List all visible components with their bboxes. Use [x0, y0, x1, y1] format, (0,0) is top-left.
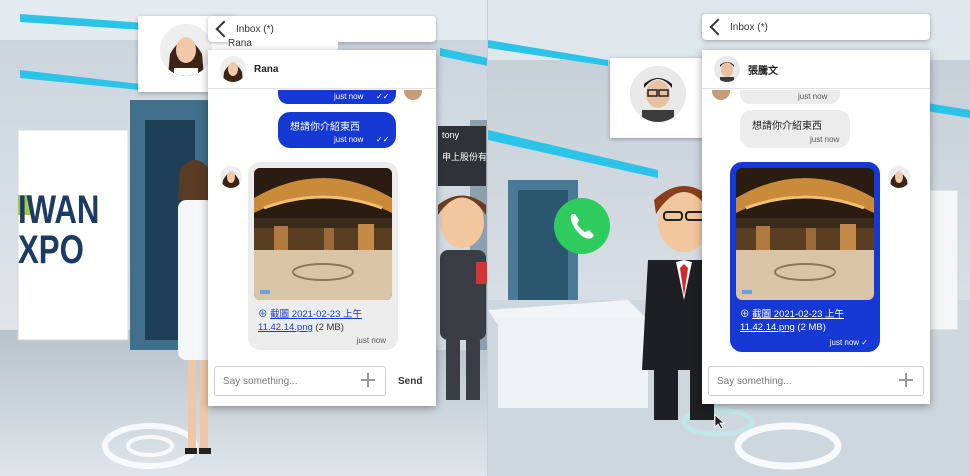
- chat-header-avatar: [220, 56, 246, 82]
- chat-window: 張騰文 just now 想請你介紹東西 just now ⊕ 截圖 2021-…: [702, 50, 930, 404]
- chat-contact-name: Rana: [254, 63, 279, 75]
- message-input[interactable]: Say something...: [708, 366, 924, 396]
- message-image-card[interactable]: ⊕ 截圖 2021-02-23 上午11.42.14.png (2 MB) ju…: [730, 162, 880, 352]
- message-input[interactable]: Say something...: [214, 366, 386, 396]
- name-tag-label: Rana: [228, 38, 338, 50]
- sender-avatar-partial: [404, 90, 422, 100]
- right-session-view: Inbox (*) 張騰文 just now 想請你介紹東西 just now: [488, 0, 970, 476]
- booth-screen: tony 申上股份有: [438, 126, 488, 186]
- chat-window: Rana just now ✓✓ 想請你介紹東西 just now ✓✓ ⊕ 截…: [208, 50, 436, 406]
- expo-hall-photo: [254, 168, 392, 300]
- man-avatar-image: [630, 66, 686, 122]
- plus-icon[interactable]: [361, 373, 375, 387]
- booth-sign-text: IWAN XPO: [18, 190, 99, 270]
- file-attachment-link[interactable]: ⊕ 截圖 2021-02-23 上午11.42.14.png (2 MB): [258, 308, 388, 334]
- download-icon[interactable]: ⊕: [258, 309, 270, 320]
- left-session-view: IWAN XPO tony 申上股份有 Inbox (*) Rana Rana …: [0, 0, 488, 476]
- chat-header: Rana: [208, 50, 436, 89]
- message-text: 想請你介紹東西: [290, 122, 360, 133]
- read-receipt-icon: ✓✓: [376, 135, 390, 144]
- inbox-label: Inbox (*): [730, 21, 768, 33]
- download-icon[interactable]: ⊕: [740, 309, 752, 320]
- message-bubble-received-previous: just now: [740, 90, 840, 104]
- inbox-header-bar[interactable]: Inbox (*): [702, 14, 930, 40]
- message-bubble-sent-previous: just now ✓✓: [278, 90, 396, 104]
- phone-icon[interactable]: [554, 198, 610, 254]
- message-time: just now: [798, 92, 828, 101]
- message-time: just now: [334, 92, 364, 101]
- back-chevron-icon[interactable]: [709, 18, 727, 36]
- cursor-icon: [714, 414, 726, 430]
- booth-sign-line2: XPO: [18, 228, 84, 272]
- booth-sign-line1: IWAN: [18, 188, 100, 232]
- call-button[interactable]: [554, 198, 610, 254]
- message-text: 想請你介紹東西: [752, 121, 822, 132]
- booth-screen-name: tony: [442, 130, 460, 140]
- message-time: just now: [356, 336, 386, 345]
- plus-icon[interactable]: [899, 373, 913, 387]
- message-time: just now: [810, 135, 840, 144]
- message-image-card[interactable]: ⊕ 截圖 2021-02-23 上午11.42.14.png (2 MB) ju…: [248, 162, 398, 350]
- inbox-label: Inbox (*): [236, 23, 274, 35]
- sender-avatar: [220, 166, 242, 188]
- participant-avatar: [630, 66, 686, 122]
- sender-avatar: [888, 166, 910, 188]
- woman-avatar-tiny: [220, 166, 242, 188]
- send-button[interactable]: Send: [398, 376, 422, 387]
- woman-avatar-small: [220, 56, 246, 82]
- man-avatar-small: [714, 56, 740, 82]
- back-chevron-icon[interactable]: [215, 20, 233, 38]
- read-receipt-icon: ✓✓: [376, 92, 390, 101]
- file-name[interactable]: 截圖 2021-02-23 上午11.42.14.png: [258, 309, 362, 333]
- shared-image-preview[interactable]: [736, 168, 874, 300]
- participant-avatar: [160, 24, 212, 76]
- file-name[interactable]: 截圖 2021-02-23 上午11.42.14.png: [740, 309, 844, 333]
- message-input-placeholder: Say something...: [223, 375, 298, 387]
- file-attachment-link[interactable]: ⊕ 截圖 2021-02-23 上午11.42.14.png (2 MB): [740, 308, 870, 334]
- chat-contact-name: 張騰文: [748, 65, 778, 77]
- message-time: just now: [334, 135, 364, 144]
- booth-screen-company: 申上股份有: [442, 152, 488, 162]
- woman-avatar-tiny: [888, 166, 910, 188]
- participant-card: [610, 58, 704, 138]
- file-size: (2 MB): [794, 322, 826, 333]
- message-bubble-received: 想請你介紹東西 just now: [740, 110, 850, 148]
- message-bubble-sent: 想請你介紹東西 just now ✓✓: [278, 112, 396, 148]
- message-time: just now ✓: [829, 338, 868, 347]
- chat-header-avatar: [714, 56, 740, 82]
- file-size: (2 MB): [312, 322, 344, 333]
- message-input-placeholder: Say something...: [717, 375, 792, 387]
- sender-avatar-partial: [712, 90, 730, 100]
- expo-hall-photo: [736, 168, 874, 300]
- woman-avatar-image: [160, 24, 212, 76]
- chat-header: 張騰文: [702, 50, 930, 89]
- shared-image-preview[interactable]: [254, 168, 392, 300]
